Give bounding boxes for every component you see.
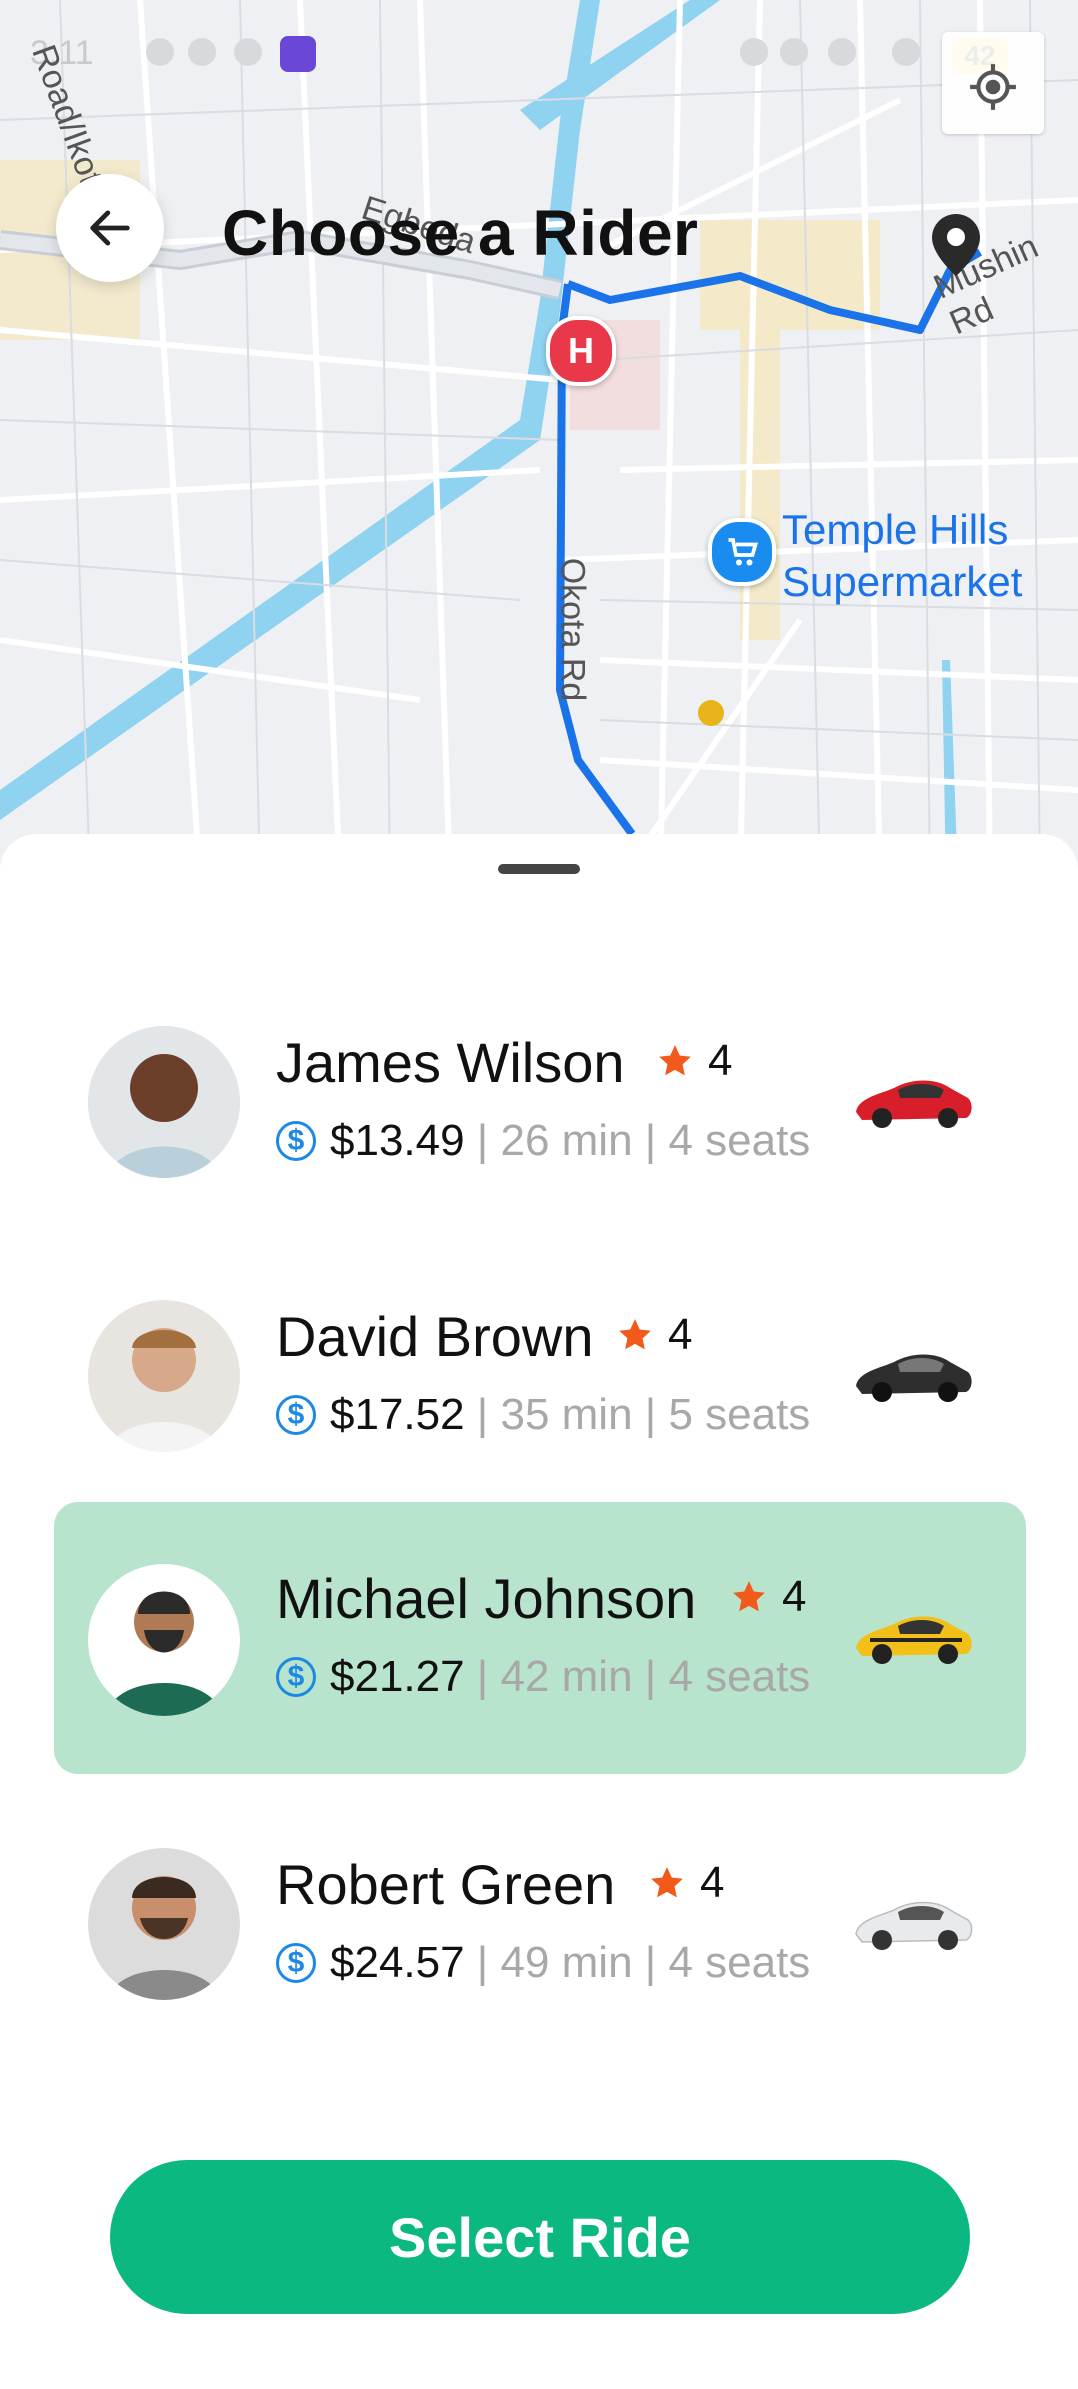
dollar-icon: $ [276,1943,316,1983]
status-bar: 3:11 42 [0,0,1078,110]
ride-duration: 42 min [500,1652,633,1701]
rating-value: 4 [782,1572,807,1621]
rating: 4 [730,1572,806,1622]
ride-duration: 35 min [500,1390,633,1439]
dollar-icon: $ [276,1121,316,1161]
map-road-label: Okota Rd [553,557,592,702]
avatar [88,1564,240,1716]
ride-details: $ $21.27 | 42 min | 4 seats [276,1652,810,1702]
dollar-icon: $ [276,1657,316,1697]
ride-duration: 26 min [500,1116,633,1165]
alarm-icon [780,38,808,66]
arrow-left-icon [90,210,130,246]
signal-icon [892,38,920,66]
ride-details: $ $17.52 | 35 min | 5 seats [276,1390,810,1440]
avatar [88,1848,240,2000]
poi-name-line2: Supermarket [782,558,1023,605]
rider-sheet: James Wilson 4 $ $13.49 | 26 min | 4 sea… [0,834,1078,2389]
ride-duration: 49 min [500,1938,633,1987]
location-status-icon [740,38,768,66]
bus-stop-icon [698,700,724,726]
shopping-cart-icon[interactable] [708,518,776,586]
rider-name: James Wilson [276,1031,625,1094]
destination-pin-icon [932,214,980,276]
rider-item-david-brown[interactable]: David Brown 4 $ $17.52 | 35 min | 5 seat… [54,1240,1026,1512]
rider-name: David Brown [276,1305,594,1368]
poi-name-line1: Temple Hills [782,506,1009,553]
ride-seats: 4 seats [668,1938,811,1987]
hospital-marker[interactable]: H [546,316,616,386]
page-title: Choose a Rider [222,197,699,269]
ride-seats: 4 seats [668,1652,811,1701]
map-canvas [0,0,1078,880]
rating: 4 [616,1310,692,1360]
back-button[interactable] [56,174,164,282]
avatar [88,1026,240,1178]
ride-price: $17.52 [330,1390,465,1439]
car-icon [856,1080,972,1128]
instagram-icon [188,38,216,66]
app-notification-icon [280,36,316,72]
sheet-drag-handle[interactable] [498,864,580,874]
rating-value: 4 [668,1310,693,1359]
rating: 4 [648,1858,724,1908]
rider-item-michael-johnson[interactable]: Michael Johnson 4 $ $21.27 | 42 min | 4 … [54,1502,1026,1774]
crosshair-icon [970,64,1016,110]
data-icon [828,38,856,66]
ride-details: $ $13.49 | 26 min | 4 seats [276,1116,810,1166]
notification-icon [146,38,174,66]
rider-name: Robert Green [276,1853,616,1916]
poi-label[interactable]: Temple Hills Supermarket [782,504,1022,608]
car-icon [856,1354,972,1402]
map-view[interactable]: 3:11 42 Road/Ikotun R Egbeda Mushin Rd O… [0,0,1078,880]
rating-value: 4 [708,1036,733,1085]
ride-details: $ $24.57 | 49 min | 4 seats [276,1938,810,1988]
avatar [88,1300,240,1452]
select-ride-button[interactable]: Select Ride [110,2160,970,2314]
star-icon [619,1319,651,1350]
my-location-button[interactable] [942,32,1044,134]
car-icon [856,1616,972,1664]
ride-seats: 5 seats [668,1390,811,1439]
rating: 4 [656,1036,732,1086]
rating-value: 4 [700,1858,725,1907]
ride-price: $21.27 [330,1652,465,1701]
rider-item-james-wilson[interactable]: James Wilson 4 $ $13.49 | 26 min | 4 sea… [54,966,1026,1238]
star-icon [733,1581,765,1612]
dollar-icon: $ [276,1395,316,1435]
chat-icon [234,38,262,66]
rider-item-robert-green[interactable]: Robert Green 4 $ $24.57 | 49 min | 4 sea… [54,1788,1026,2060]
ride-seats: 4 seats [668,1116,811,1165]
ride-price: $13.49 [330,1116,465,1165]
car-icon [855,1901,973,1950]
star-icon [659,1045,691,1076]
rider-name: Michael Johnson [276,1567,697,1630]
ride-price: $24.57 [330,1938,465,1987]
star-icon [651,1867,683,1898]
